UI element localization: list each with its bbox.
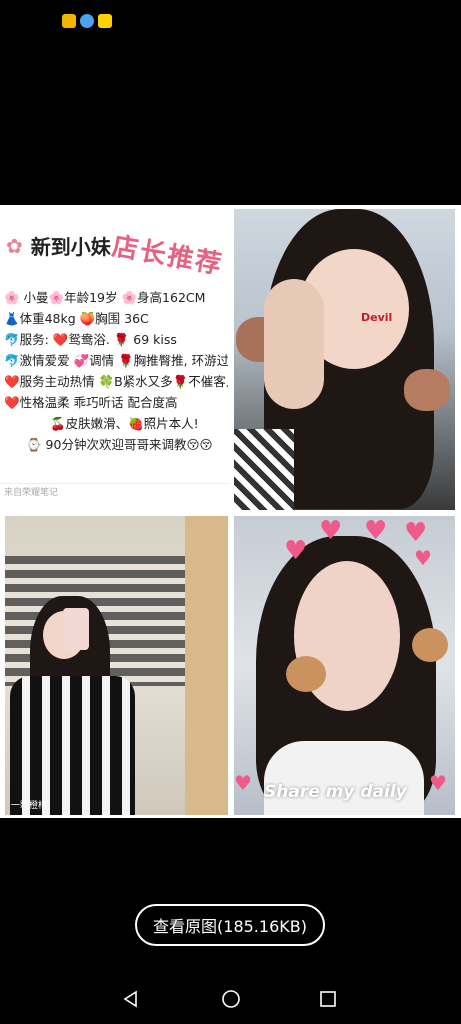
heart-sticker: ♥ <box>364 516 388 546</box>
photo-selfie-1: Devil <box>234 209 455 510</box>
phone-shape <box>63 608 89 650</box>
meituan-icon <box>98 14 112 28</box>
navigation-bar <box>0 975 461 1024</box>
status-icons <box>62 14 112 28</box>
hamster-sticker <box>412 628 448 662</box>
post-line: 👗体重48kg 🍑胸围 36C <box>4 311 149 326</box>
devil-sticker: Devil <box>361 311 393 324</box>
post-line: ❤️服务主动热情 🍀B紧水又多🌹不催客人 <box>4 374 228 389</box>
jacket-shape <box>10 676 135 815</box>
post-lines: 🌸 小曼🌸年龄19岁 🌸身高162CM 👗体重48kg 🍑胸围 36C 🐬服务:… <box>4 287 228 455</box>
source-label: 来自荣耀笔记 <box>4 488 59 498</box>
app-icon-a <box>62 14 76 28</box>
photo-selfie-2: ♥ ♥ ♥ ♥ ♥ ♥ ♥ Share my daily <box>234 516 455 815</box>
home-icon[interactable] <box>221 989 241 1009</box>
hand-shape <box>264 279 324 409</box>
post-title: 新到小妹 <box>30 235 111 259</box>
recent-apps-icon[interactable] <box>318 989 338 1009</box>
watermark: 一颗橙柿 <box>11 801 48 811</box>
white-shirt <box>264 741 424 815</box>
photo-mirror-selfie: 一颗橙柿 <box>5 516 228 815</box>
heart-sticker: ♥ <box>234 771 252 795</box>
view-original-button[interactable]: 查看原图(185.16KB) <box>135 904 325 946</box>
heart-sticker: ♥ <box>319 516 343 546</box>
plaid-sleeve <box>234 429 294 510</box>
back-icon[interactable] <box>121 989 141 1009</box>
door-frame <box>185 516 228 815</box>
post-text-panel: ✿ 新到小妹 店长推荐 🌸 小曼🌸年龄19岁 🌸身高162CM 👗体重48kg … <box>0 205 228 511</box>
heart-sticker: ♥ <box>284 536 308 566</box>
recommend-stamp: 店长推荐 <box>109 231 226 281</box>
title-row: ✿ 新到小妹 <box>6 231 111 260</box>
heart-sticker: ♥ <box>414 546 432 570</box>
post-line: 🍒皮肤嫩滑、🍓照片本人! <box>50 416 199 431</box>
divider <box>0 483 228 484</box>
bear-sticker <box>404 369 450 411</box>
app-icon-b <box>80 14 94 28</box>
heart-sticker: ♥ <box>404 518 428 548</box>
status-bar <box>0 0 461 40</box>
post-line: ❤️性格温柔 乖巧听话 配合度高 <box>4 395 178 410</box>
hamster-sticker <box>286 656 326 692</box>
photo-caption: Share my daily <box>264 782 407 802</box>
post-line: 🌸 小曼🌸年龄19岁 🌸身高162CM <box>4 290 206 305</box>
image-viewer[interactable]: ✿ 新到小妹 店长推荐 🌸 小曼🌸年龄19岁 🌸身高162CM 👗体重48kg … <box>0 205 461 818</box>
post-line: 🐬服务: ❤️鸳鸯浴. 🌹 69 kiss <box>4 332 177 347</box>
post-line: 🐬激情爱爱 💞调情 🌹胸推臀推, 环游过水 <box>4 353 228 368</box>
post-line: ⌚ 90分钟次欢迎哥哥来调教😚😚 <box>26 437 213 452</box>
flower-icon: ✿ <box>6 233 23 258</box>
heart-sticker: ♥ <box>429 771 447 795</box>
